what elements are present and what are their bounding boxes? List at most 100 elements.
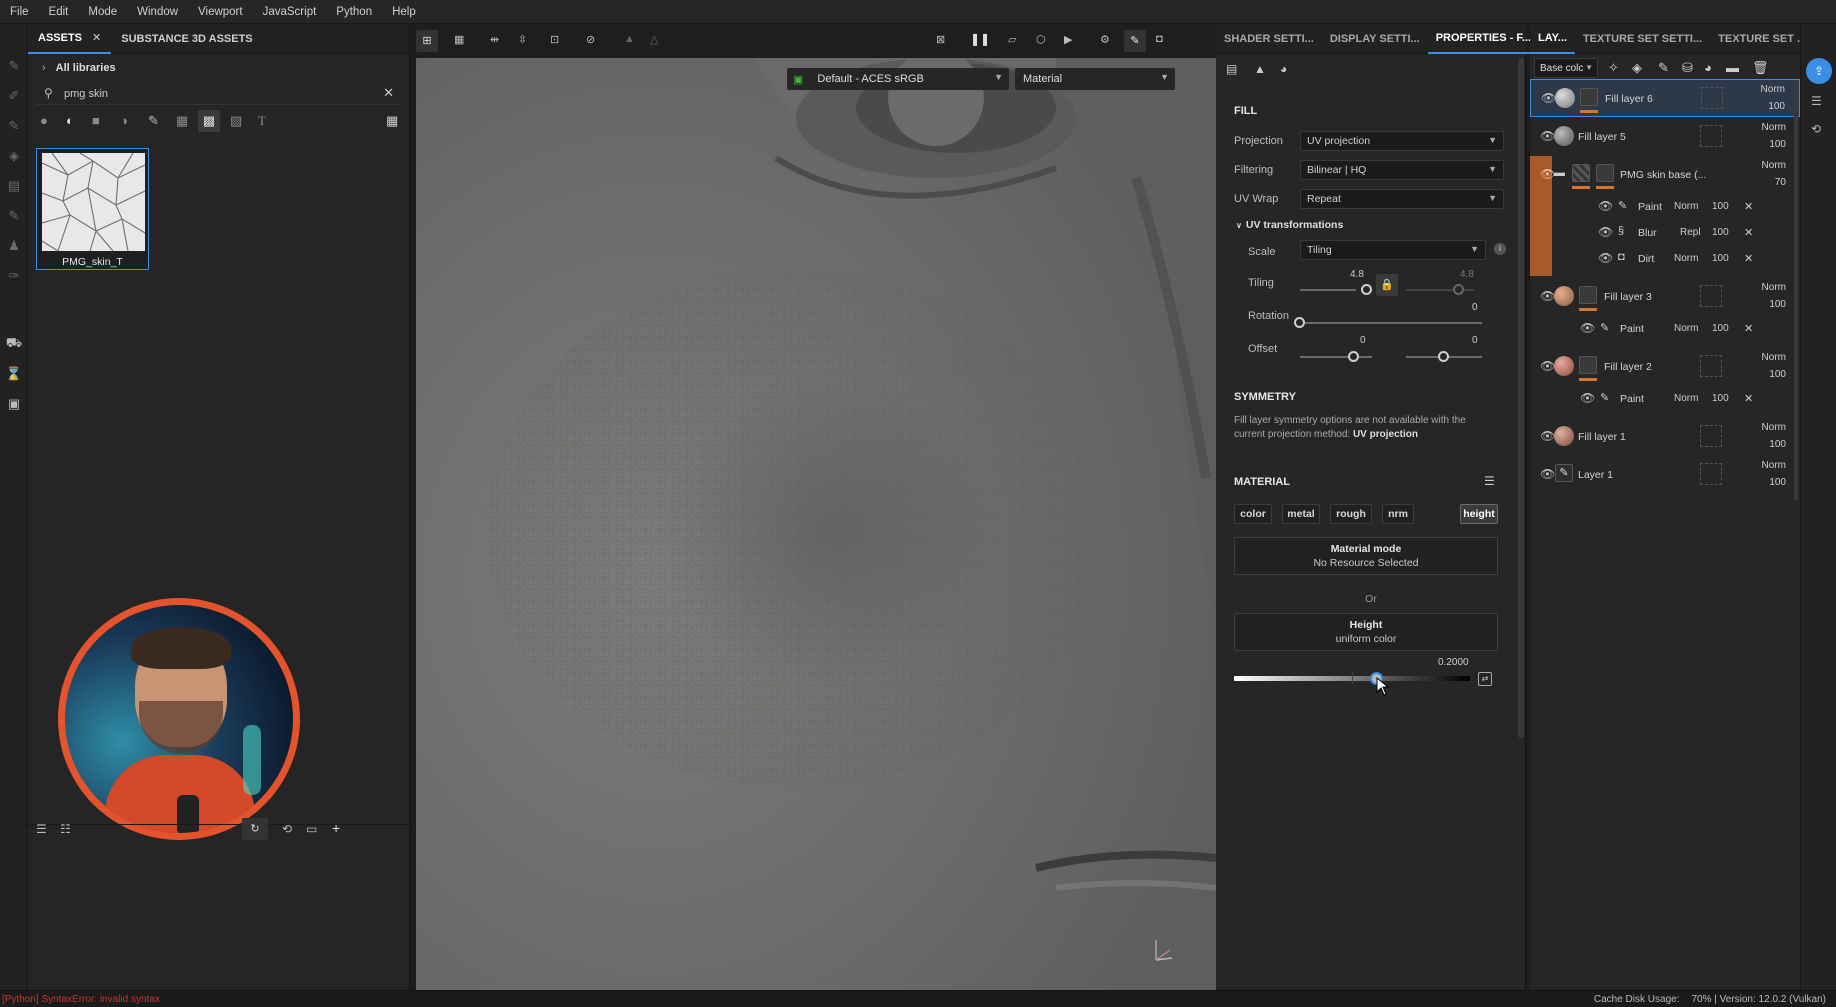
visibility-eye-icon[interactable]: 👁 — [1580, 321, 1595, 335]
iray-icon[interactable]: ⚙ — [1100, 33, 1110, 46]
layer-effect-slot[interactable] — [1700, 285, 1722, 307]
menu-window[interactable]: Window — [127, 6, 188, 18]
blend-mode[interactable]: Norm — [1674, 323, 1698, 334]
menu-viewport[interactable]: Viewport — [188, 6, 253, 18]
measure-icon[interactable]: ⌛ — [6, 366, 22, 382]
channel-color-chip[interactable]: color — [1234, 504, 1272, 524]
offset-u-slider-track[interactable] — [1300, 356, 1372, 358]
history-icon[interactable]: ⟲ — [282, 822, 292, 836]
view-3d-icon[interactable]: ⬡ — [1036, 33, 1046, 46]
picker-icon[interactable]: ✑ — [6, 268, 22, 284]
uvwrap-dropdown[interactable]: Repeat ▼ — [1300, 189, 1504, 209]
layer-row-paint[interactable]: 👁 ✎ Paint Norm 100 ✕ — [1530, 194, 1800, 220]
opacity-value[interactable]: 100 — [1769, 299, 1786, 310]
layer-name[interactable]: Dirt — [1638, 253, 1654, 265]
layer-effect-slot[interactable] — [1700, 425, 1722, 447]
grid-select-icon[interactable]: ⊞ — [416, 30, 438, 52]
blend-mode[interactable]: Norm — [1762, 122, 1786, 133]
sync-icon[interactable]: ↻ — [242, 818, 268, 840]
layer-row-dirt[interactable]: 👁 ◘ Dirt Norm 100 ✕ — [1530, 246, 1800, 272]
tab-texture-set-list[interactable]: TEXTURE SET ... — [1710, 24, 1814, 54]
triangle-icon[interactable]: ▲ — [624, 33, 635, 45]
blend-mode[interactable]: Norm — [1762, 352, 1786, 363]
layer-row-paint[interactable]: 👁 ✎ Paint Norm 100 ✕ — [1530, 386, 1800, 412]
layer-row-fill-layer-5[interactable]: 👁 Fill layer 5 Norm 100 — [1530, 118, 1800, 156]
tab-display-settings[interactable]: DISPLAY SETTI... — [1322, 24, 1428, 54]
rotation-slider-handle[interactable] — [1294, 317, 1305, 328]
search-field[interactable]: ⚲ pmg skin ✕ — [36, 83, 402, 105]
paint-mode-icon[interactable]: ✎ — [1124, 30, 1146, 52]
visibility-eye-icon[interactable]: 👁 — [1598, 225, 1613, 239]
tiling-grid-icon[interactable]: ▦ — [454, 33, 464, 46]
layer-row-fill-layer-3[interactable]: 👁 Fill layer 3 Norm 100 — [1530, 278, 1800, 316]
mask-filter-icon[interactable]: ■ — [92, 113, 100, 128]
layer-name[interactable]: Fill layer 5 — [1578, 131, 1626, 143]
layer-name[interactable]: Fill layer 3 — [1604, 291, 1652, 303]
uv-transformations-toggle[interactable]: ∨ UV transformations — [1236, 219, 1343, 231]
layer-row-paint[interactable]: 👁 ✎ Paint Norm 100 ✕ — [1530, 316, 1800, 342]
layer-name[interactable]: Fill layer 1 — [1578, 431, 1626, 443]
height-source-box[interactable]: Height uniform color — [1234, 613, 1498, 651]
polygon-fill-icon[interactable]: ▤ — [6, 178, 22, 194]
visibility-eye-icon[interactable]: 👁 — [1540, 129, 1555, 143]
layer-effect-slot[interactable] — [1701, 87, 1723, 109]
filtering-dropdown[interactable]: Bilinear | HQ ▼ — [1300, 160, 1504, 180]
opacity-value[interactable]: 100 — [1769, 439, 1786, 450]
rotation-slider-track[interactable] — [1300, 322, 1482, 324]
search-input[interactable]: pmg skin — [64, 88, 108, 100]
blend-mode[interactable]: Repl — [1680, 227, 1701, 238]
channel-nrm-chip[interactable]: nrm — [1382, 504, 1414, 524]
list-view-icon[interactable]: ☷ — [60, 822, 71, 836]
layer-name[interactable]: PMG skin base (... — [1620, 169, 1706, 181]
add-mask-icon[interactable]: ◈ — [1632, 60, 1642, 76]
blend-mode[interactable]: Norm — [1674, 393, 1698, 404]
offset-v-slider-handle[interactable] — [1438, 351, 1449, 362]
tab-substance-3d-assets[interactable]: SUBSTANCE 3D ASSETS — [111, 24, 262, 54]
paint-brush-icon[interactable]: ✎ — [6, 58, 22, 74]
visibility-eye-icon[interactable]: 👁 — [1598, 251, 1613, 265]
colorspace-dropdown[interactable]: ▣ Default - ACES sRGB ▼ — [787, 68, 1009, 90]
visibility-eye-icon[interactable]: 👁 — [1540, 429, 1555, 443]
collapse-all-icon[interactable]: ☰ — [36, 822, 47, 836]
layer-row-fill-layer-6[interactable]: 👁 Fill layer 6 Norm 100 — [1530, 79, 1800, 117]
remove-icon[interactable]: ✕ — [1744, 322, 1753, 335]
screenshot-icon[interactable]: ◘ — [1156, 33, 1163, 45]
material-filter-icon[interactable]: ● — [40, 113, 48, 128]
layer-effect-slot[interactable] — [1700, 125, 1722, 147]
tab-assets[interactable]: ASSETS ✕ — [28, 24, 112, 54]
layer-row-blur[interactable]: 👁 § Blur Repl 100 ✕ — [1530, 220, 1800, 246]
smudge-icon[interactable]: ✎ — [6, 208, 22, 224]
clear-search-icon[interactable]: ✕ — [383, 85, 394, 101]
remove-icon[interactable]: ✕ — [1744, 200, 1753, 213]
symmetry-x-icon[interactable]: ⇹ — [490, 33, 499, 46]
visibility-eye-icon[interactable]: 👁 — [1541, 91, 1556, 105]
remove-icon[interactable]: ✕ — [1744, 252, 1753, 265]
visibility-eye-icon[interactable]: 👁 — [1580, 391, 1595, 405]
menu-mode[interactable]: Mode — [78, 6, 127, 18]
asset-thumbnail-card[interactable]: PMG_skin_T — [36, 148, 149, 270]
blend-mode[interactable]: Norm — [1762, 460, 1786, 471]
clone-icon[interactable]: ♟ — [6, 238, 22, 254]
brush-filter-icon[interactable]: ✎ — [148, 113, 159, 129]
channel-height-chip[interactable]: height — [1460, 504, 1498, 524]
layer-name[interactable]: Paint — [1620, 323, 1644, 335]
triangle-outline-icon[interactable]: △ — [650, 33, 658, 46]
layer-name[interactable]: Paint — [1620, 393, 1644, 405]
add-icon[interactable]: + — [332, 820, 340, 836]
pause-icon[interactable]: ❚❚ — [970, 32, 990, 46]
menu-help[interactable]: Help — [382, 6, 426, 18]
menu-file[interactable]: File — [0, 6, 39, 18]
blend-mode[interactable]: Norm — [1762, 282, 1786, 293]
render-mode-dropdown[interactable]: Material ▼ — [1015, 68, 1175, 90]
opacity-value[interactable]: 100 — [1769, 477, 1786, 488]
share-icon[interactable]: ⇪ — [1806, 58, 1832, 84]
visibility-eye-icon[interactable]: 👁 — [1540, 289, 1555, 303]
opacity-value[interactable]: 100 — [1769, 369, 1786, 380]
mask-icon[interactable]: ◕ — [1280, 62, 1287, 76]
layer-row-fill-layer-1[interactable]: 👁 Fill layer 1 Norm 100 — [1530, 418, 1800, 456]
opacity-value[interactable]: 70 — [1775, 177, 1786, 188]
blend-mode[interactable]: Norm — [1674, 253, 1698, 264]
layers-scrollbar[interactable] — [1794, 80, 1798, 500]
opacity-value[interactable]: 100 — [1712, 227, 1729, 238]
blend-mode[interactable]: Norm — [1761, 84, 1785, 95]
